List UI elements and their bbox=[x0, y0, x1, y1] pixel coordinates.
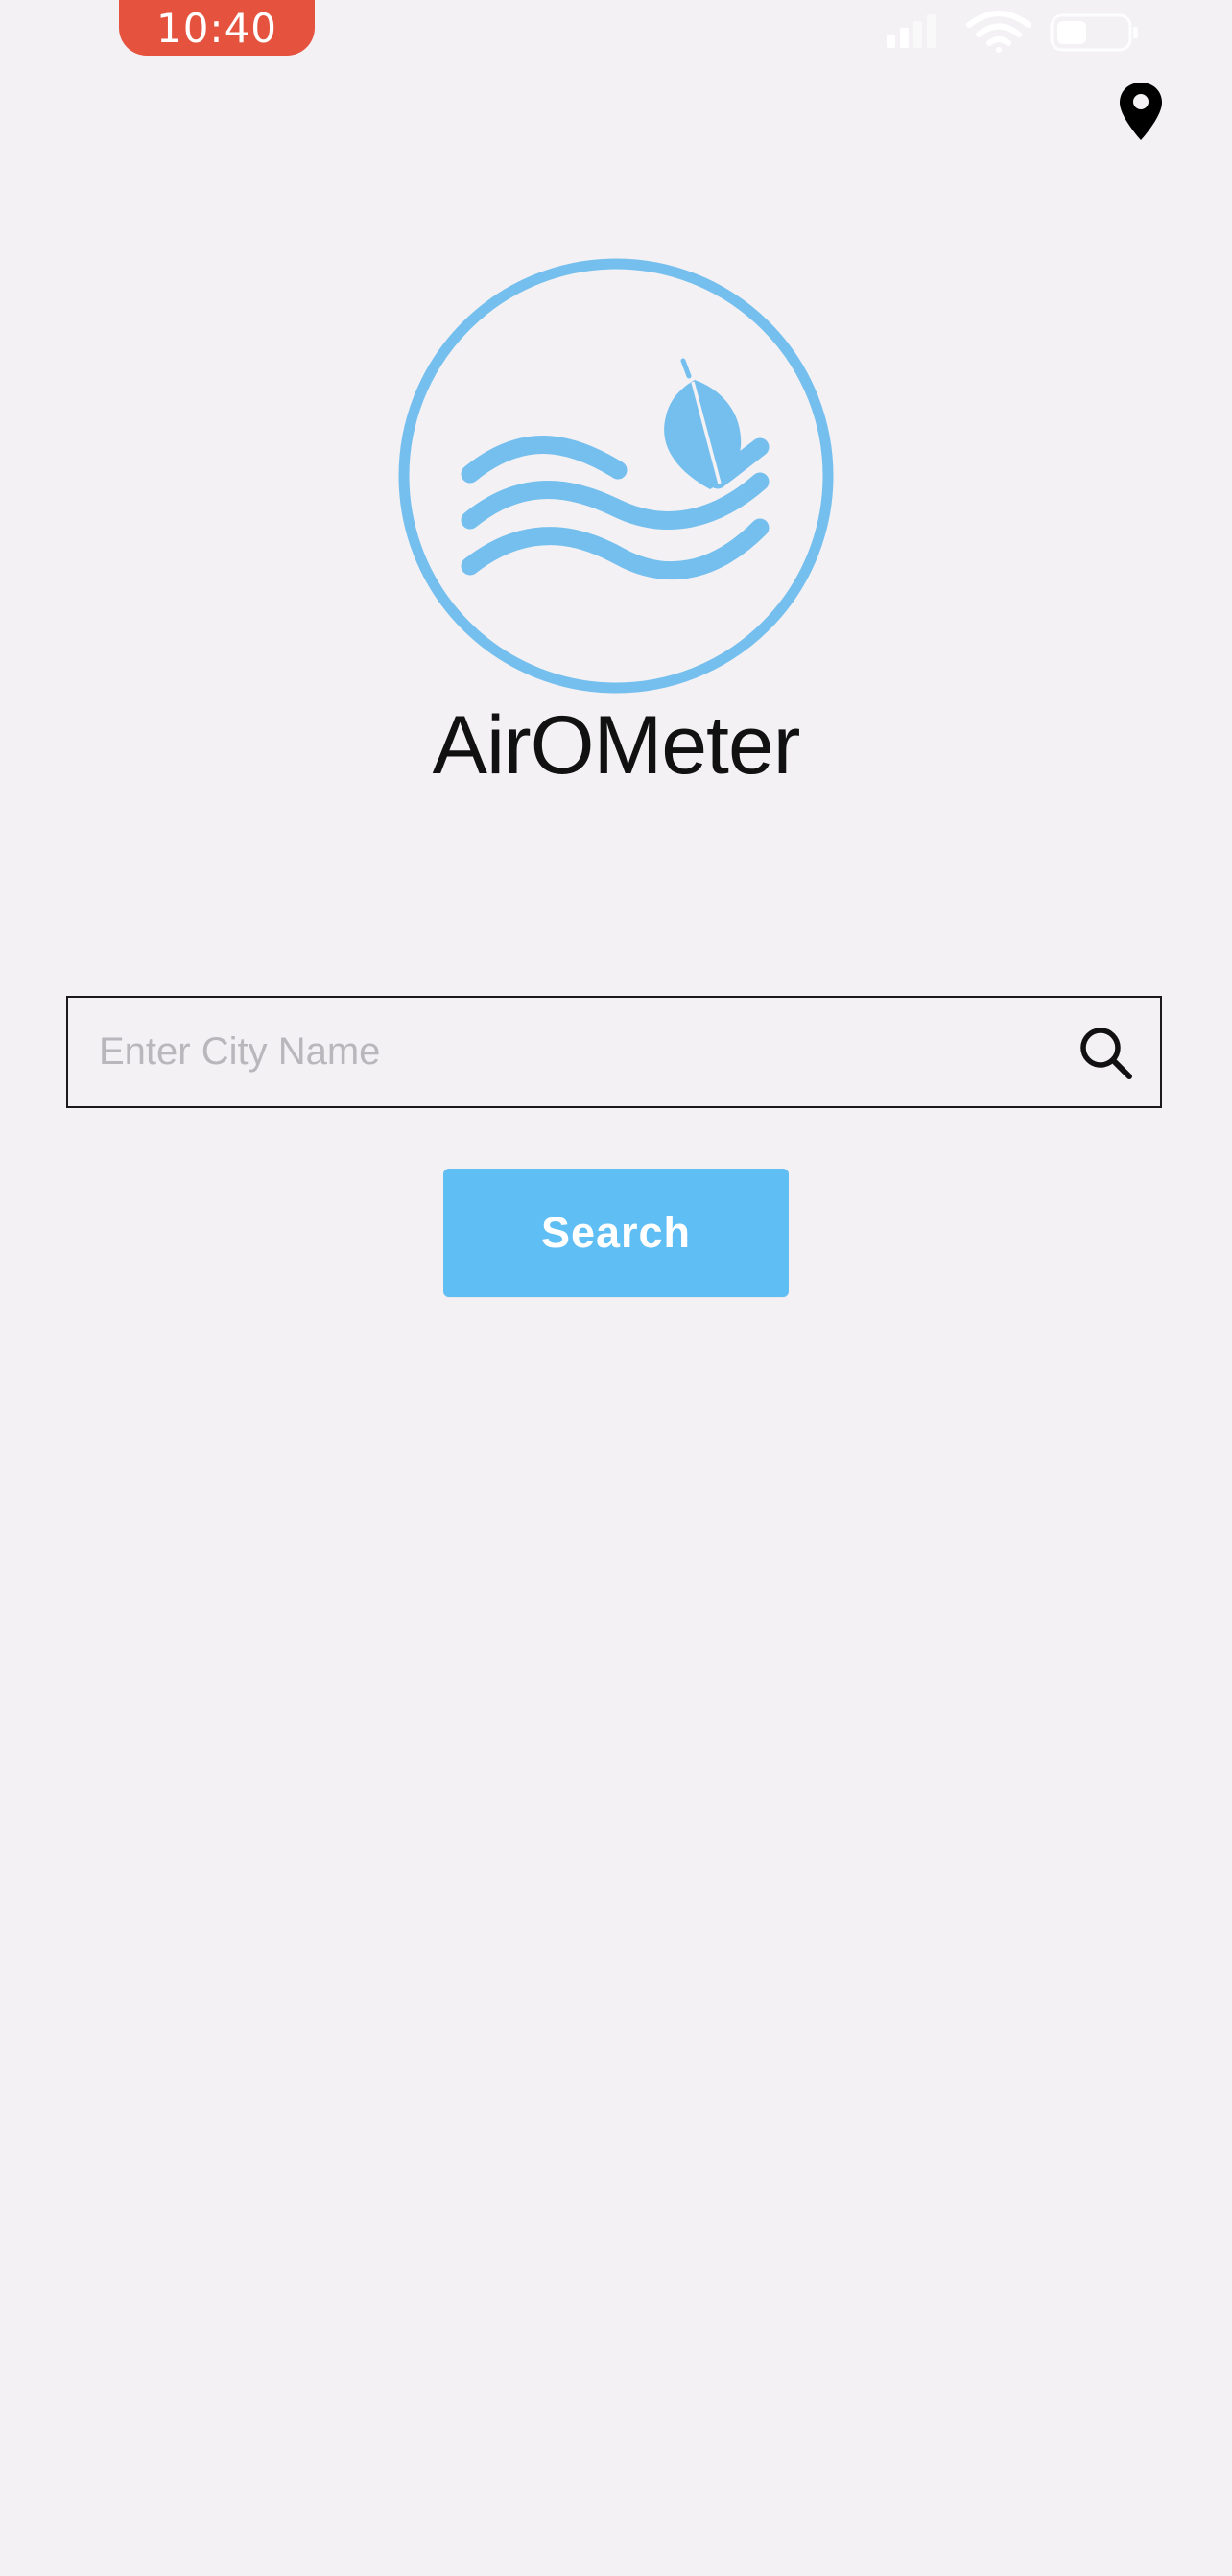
status-time-pill: 10:40 bbox=[119, 0, 315, 56]
location-button[interactable] bbox=[1117, 81, 1165, 142]
status-icons bbox=[887, 11, 1138, 53]
location-pin-icon bbox=[1120, 83, 1162, 140]
search-field[interactable] bbox=[66, 996, 1162, 1108]
battery-icon bbox=[1050, 13, 1138, 52]
app-title: AirOMeter bbox=[432, 699, 801, 792]
app-logo bbox=[398, 258, 834, 694]
city-name-input[interactable] bbox=[99, 998, 1058, 1105]
cellular-signal-icon bbox=[887, 14, 936, 48]
wifi-icon bbox=[966, 11, 1031, 53]
status-time: 10:40 bbox=[155, 4, 278, 52]
leaf-icon bbox=[664, 358, 742, 489]
search-icon[interactable] bbox=[1078, 1025, 1135, 1082]
search-button[interactable]: Search bbox=[443, 1169, 789, 1297]
